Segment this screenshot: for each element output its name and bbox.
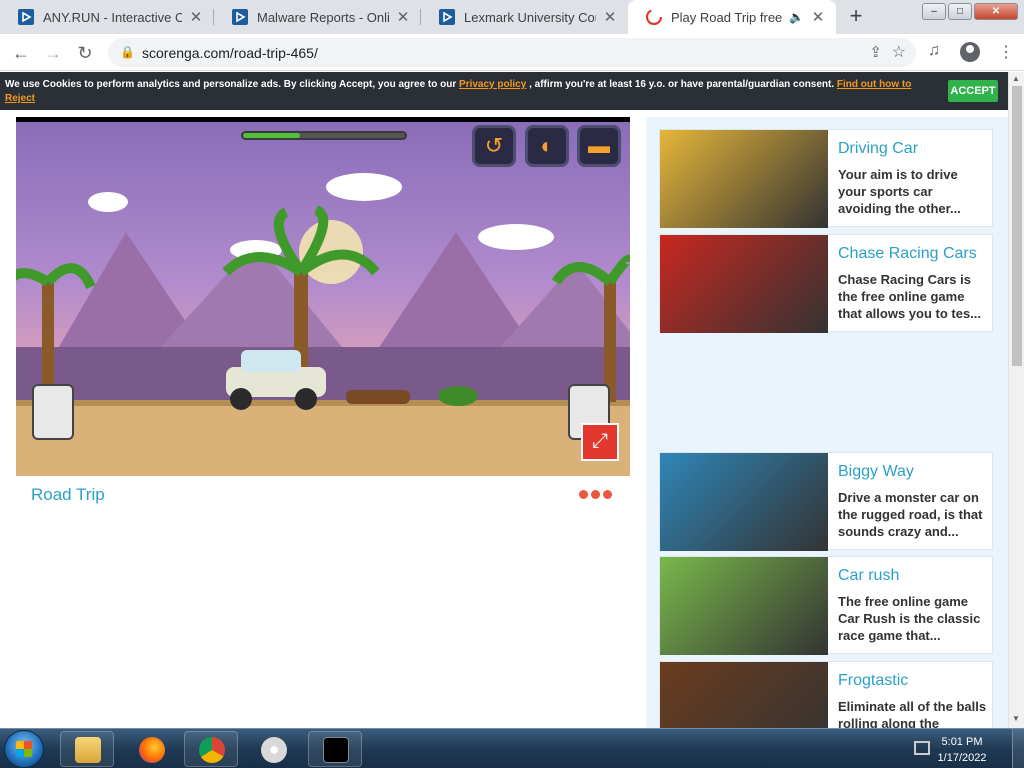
headlight-icon[interactable]: ◐ [525, 125, 569, 167]
tab-lexmark[interactable]: Lexmark University Course ✕ [421, 0, 628, 34]
cmd-icon[interactable] [308, 731, 362, 767]
web-page: We use Cookies to perform analytics and … [0, 72, 1008, 728]
tab-strip: ANY.RUN - Interactive Onli ✕ Malware Rep… [0, 0, 1024, 34]
game-thumbnail[interactable] [660, 130, 828, 228]
clock-date: 1/17/2022 [937, 752, 987, 764]
game-thumbnail[interactable] [660, 557, 828, 655]
tab-title: Lexmark University Course [464, 9, 596, 25]
tab-close-icon[interactable]: ✕ [188, 8, 204, 26]
bookmark-star-icon[interactable]: ☆ [892, 42, 906, 62]
brake-pedal[interactable] [32, 384, 74, 440]
game-card-title[interactable]: Driving Car [838, 140, 918, 158]
game-card-title[interactable]: Car rush [838, 567, 899, 585]
minimize-button[interactable]: – [922, 3, 946, 20]
clock-time: 5:01 PM [941, 736, 983, 748]
tab-close-icon[interactable]: ✕ [395, 8, 411, 26]
game-card[interactable]: Biggy Way Drive a monster car on the rug… [659, 452, 993, 551]
address-bar[interactable]: 🔒 scorenga.com/road-trip-465/ ⇪ ☆ [108, 38, 916, 67]
game-thumbnail[interactable] [660, 235, 828, 333]
game-card-title[interactable]: Frogtastic [838, 672, 908, 690]
cookie-banner: We use Cookies to perform analytics and … [0, 72, 1008, 110]
game-card-title[interactable]: Chase Racing Cars [838, 245, 977, 263]
chrome-icon[interactable] [184, 731, 238, 767]
page-scrollbar[interactable]: ▲ ▼ [1008, 72, 1024, 728]
speaker-icon[interactable]: 🔈 [789, 10, 804, 24]
scrollbar-thumb[interactable] [1012, 86, 1022, 366]
firefox-icon[interactable] [124, 731, 178, 767]
tab-title: Malware Reports - Online I [257, 9, 389, 25]
game-card-desc: Eliminate all of the balls rolling along… [838, 699, 987, 728]
fuel-bar [241, 131, 407, 140]
windows-taskbar: 5:01 PM 1/17/2022 [0, 728, 1024, 768]
anyrun-icon [232, 9, 248, 25]
fuel-fill [243, 133, 300, 138]
game-card-desc: Your aim is to drive your sports car avo… [838, 167, 961, 216]
anyrun-icon [18, 9, 34, 25]
cookie-text: We use Cookies to perform analytics and … [5, 79, 460, 90]
back-button[interactable]: ← [8, 40, 34, 66]
tab-road-trip[interactable]: Play Road Trip free onli 🔈 ✕ [628, 0, 836, 34]
scorenga-icon [646, 9, 662, 25]
forward-button[interactable]: → [40, 40, 66, 66]
menu-kebab-icon[interactable]: ⋮ [998, 42, 1014, 62]
fullscreen-button[interactable]: ⤢ [581, 423, 619, 461]
game-card-title[interactable]: Biggy Way [838, 463, 914, 481]
url-text: scorenga.com/road-trip-465/ [142, 45, 318, 61]
show-desktop-button[interactable] [1012, 729, 1024, 768]
tab-malware-reports[interactable]: Malware Reports - Online I ✕ [214, 0, 421, 34]
game-scene [16, 173, 630, 476]
tab-title: Play Road Trip free onli [671, 9, 785, 25]
maximize-button[interactable]: □ [948, 3, 972, 20]
privacy-policy-link[interactable]: Privacy policy [459, 79, 526, 90]
game-card[interactable]: Frogtastic Eliminate all of the balls ro… [659, 661, 993, 728]
explorer-icon[interactable] [60, 731, 114, 767]
browser-toolbar: ← → ↻ 🔒 scorenga.com/road-trip-465/ ⇪ ☆ … [0, 34, 1024, 71]
game-card-desc: Drive a monster car on the rugged road, … [838, 490, 983, 539]
tab-close-icon[interactable]: ✕ [602, 8, 618, 26]
start-button[interactable] [4, 730, 44, 768]
media-control-icon[interactable]: ♫ [928, 42, 940, 60]
tab-close-icon[interactable]: ✕ [810, 8, 826, 26]
tab-anyrun[interactable]: ANY.RUN - Interactive Onli ✕ [0, 0, 214, 34]
game-card-desc: The free online game Car Rush is the cla… [838, 594, 981, 643]
new-tab-button[interactable]: + [842, 4, 870, 30]
window-controls: – □ ✕ [922, 3, 1018, 20]
game-card[interactable]: Car rush The free online game Car Rush i… [659, 556, 993, 655]
scroll-down-icon[interactable]: ▼ [1012, 714, 1020, 723]
anyrun-icon [439, 9, 455, 25]
game-title[interactable]: Road Trip [31, 485, 105, 505]
close-window-button[interactable]: ✕ [974, 3, 1018, 20]
network-icon[interactable] [914, 741, 930, 755]
share-icon[interactable]: ⇪ [869, 43, 882, 61]
game-card[interactable]: Chase Racing Cars Chase Racing Cars is t… [659, 234, 993, 333]
game-card-desc: Chase Racing Cars is the free online gam… [838, 272, 982, 321]
game-canvas[interactable]: ↺ ◐ ▬ ⤢ [16, 117, 630, 476]
car-icon[interactable]: ▬ [577, 125, 621, 167]
lock-icon: 🔒 [120, 45, 135, 59]
cookie-text-middle: , affirm you're at least 16 y.o. or have… [526, 79, 837, 90]
tab-title: ANY.RUN - Interactive Onli [43, 9, 182, 25]
profile-avatar[interactable] [960, 42, 980, 62]
restart-icon[interactable]: ↺ [472, 125, 516, 167]
scroll-up-icon[interactable]: ▲ [1012, 74, 1020, 83]
reload-button[interactable]: ↻ [72, 40, 98, 66]
game-card[interactable]: Driving Car Your aim is to drive your sp… [659, 129, 993, 228]
paint-icon[interactable] [246, 731, 300, 767]
system-clock[interactable]: 5:01 PM 1/17/2022 [936, 734, 988, 766]
related-games-sidebar: Driving Car Your aim is to drive your sp… [646, 117, 1008, 728]
game-thumbnail[interactable] [660, 662, 828, 728]
more-options-icon[interactable] [579, 490, 612, 499]
game-thumbnail[interactable] [660, 453, 828, 551]
accept-cookies-button[interactable]: ACCEPT [948, 80, 998, 102]
